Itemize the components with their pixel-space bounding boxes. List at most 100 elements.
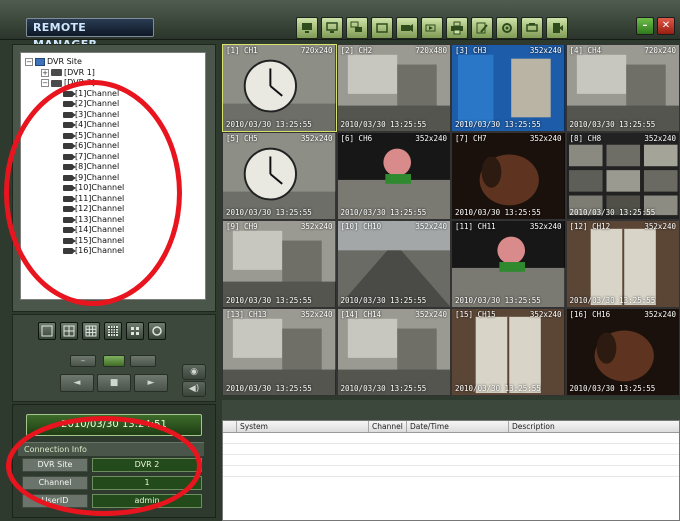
tree-channel-item[interactable]: [6]Channel (23, 141, 203, 152)
tree-channel-item[interactable]: [2]Channel (23, 99, 203, 110)
tree-channel-item[interactable]: [4]Channel (23, 120, 203, 131)
tree-root-label: DVR Site (47, 57, 82, 66)
info-label-channel: Channel (22, 476, 88, 490)
tree-channel-label: [4]Channel (75, 120, 120, 129)
channel-view[interactable]: [10] CH10 352x240 2010/03/30 13:25:55 (336, 220, 451, 308)
close-button[interactable]: ✕ (657, 17, 675, 35)
camera-icon (63, 206, 76, 213)
tree-channel-item[interactable]: [10]Channel (23, 183, 203, 194)
tree-channel-item[interactable]: [1]Channel (23, 89, 203, 100)
channel-view[interactable]: [9] CH9 352x240 2010/03/30 13:25:55 (222, 220, 337, 308)
tree-channel-label: [13]Channel (75, 214, 125, 224)
camera-icon (63, 111, 76, 118)
multi-monitor-icon[interactable] (346, 17, 368, 39)
4-split-icon[interactable] (60, 322, 78, 340)
screen-icon[interactable] (371, 17, 393, 39)
tree-channel-item[interactable]: [8]Channel (23, 162, 203, 173)
channel-view[interactable]: [14] CH14 352x240 2010/03/30 13:25:55 (336, 308, 451, 396)
tree-channel-label: [16]Channel (75, 246, 125, 255)
ptz-left-button[interactable]: ◄ (60, 374, 94, 392)
expand-icon[interactable]: + (41, 68, 49, 77)
tree-dvr-2[interactable]: − [DVR 2] (23, 78, 203, 89)
channel-name: [14] CH14 (340, 310, 382, 319)
ptz-right-button[interactable]: ► (134, 374, 168, 392)
tree-channel-item[interactable]: [14]Channel (23, 225, 203, 236)
channel-view[interactable]: [12] CH12 352x240 2010/03/30 13:25:55 (565, 220, 680, 308)
channel-view[interactable]: [1] CH1 720x240 2010/03/30 13:25:55 (222, 44, 337, 132)
collapse-icon[interactable]: − (25, 58, 33, 67)
channel-view[interactable]: [11] CH11 352x240 2010/03/30 13:25:55 (451, 220, 566, 308)
tree-channel-item[interactable]: [7]Channel (23, 152, 203, 163)
tree-dvr-1[interactable]: + [DVR 1] (23, 68, 203, 79)
tree-dvr-label: [DVR 1] (64, 67, 95, 77)
log-col-system[interactable]: System (237, 421, 369, 432)
log-col-datetime[interactable]: Date/Time (407, 421, 509, 432)
monitor-icon[interactable] (321, 17, 343, 39)
ptz-down-button[interactable] (130, 355, 156, 367)
exit-icon[interactable] (546, 17, 568, 39)
camera-icon (63, 122, 76, 129)
log-col-blank (223, 421, 237, 432)
collapse-icon[interactable]: − (41, 79, 49, 88)
speaker-icon[interactable]: ◀) (182, 381, 206, 397)
record-icon[interactable] (396, 17, 418, 39)
log-col-channel[interactable]: Channel (369, 421, 407, 432)
channel-resolution: 352x240 (300, 222, 333, 231)
tree-channel-item[interactable]: [13]Channel (23, 215, 203, 226)
tree-channel-item[interactable]: [16]Channel (23, 246, 203, 257)
tree-channel-label: [2]Channel (75, 99, 120, 108)
printer-icon[interactable] (446, 17, 468, 39)
dvr-tree[interactable]: − DVR Site + [DVR 1] − [DVR 2] [1]Channe… (20, 52, 206, 300)
channel-view[interactable]: [2] CH2 720x480 2010/03/30 13:25:55 (336, 44, 451, 132)
channel-resolution: 352x240 (415, 134, 447, 143)
tree-channel-item[interactable]: [5]Channel (23, 131, 203, 142)
channel-name: [2] CH2 (340, 46, 373, 55)
channel-view[interactable]: [16] CH16 352x240 2010/03/30 13:25:55 (565, 308, 680, 396)
channel-view[interactable]: [4] CH4 720x240 2010/03/30 13:25:55 (565, 44, 680, 132)
channel-timestamp: 2010/03/30 13:25:55 (226, 120, 312, 129)
monitor-icon[interactable] (296, 17, 318, 39)
channel-view[interactable]: [7] CH7 352x240 2010/03/30 13:25:55 (451, 132, 566, 220)
tree-channel-item[interactable]: [9]Channel (23, 173, 203, 184)
sequence-icon[interactable] (126, 322, 144, 340)
16-split-icon[interactable] (104, 322, 122, 340)
ptz-stop-button[interactable]: ■ (97, 374, 131, 392)
channel-view[interactable]: [6] CH6 352x240 2010/03/30 13:25:55 (336, 132, 451, 220)
log-row (223, 466, 679, 477)
channel-view[interactable]: [15] CH15 352x240 2010/03/30 13:25:55 (451, 308, 566, 396)
minimize-button[interactable]: – (636, 17, 654, 35)
channel-view[interactable]: [13] CH13 352x240 2010/03/30 13:25:55 (222, 308, 337, 396)
channel-resolution: 352x240 (529, 310, 562, 319)
channel-resolution: 352x240 (415, 222, 447, 231)
channel-view[interactable]: [5] CH5 352x240 2010/03/30 13:25:55 (222, 132, 337, 220)
event-log[interactable]: System Channel Date/Time Description (222, 420, 680, 521)
refresh-icon[interactable] (148, 322, 166, 340)
tree-channel-label: [8]Channel (75, 162, 120, 171)
channel-name: [12] CH12 (569, 222, 611, 231)
tree-channel-item[interactable]: [15]Channel (23, 236, 203, 247)
channel-timestamp: 2010/03/30 13:25:55 (455, 296, 541, 305)
1-split-icon[interactable] (38, 322, 56, 340)
video-feed-image (223, 221, 336, 307)
print-icon[interactable] (521, 17, 543, 39)
tree-channel-item[interactable]: [11]Channel (23, 194, 203, 205)
9-split-icon[interactable] (82, 322, 100, 340)
channel-name: [9] CH9 (226, 222, 258, 231)
playback-icon[interactable] (421, 17, 443, 39)
camera-icon[interactable]: ◉ (182, 364, 206, 380)
tree-channel-label: [12]Channel (75, 204, 125, 213)
tree-channel-label: [11]Channel (75, 193, 125, 203)
tree-channel-label: [1]Channel (75, 88, 120, 98)
ptz-up-button[interactable]: – (70, 355, 96, 367)
channel-view[interactable]: [8] CH8 352x240 2010/03/30 13:25:55 (565, 132, 680, 220)
edit-icon[interactable] (471, 17, 493, 39)
tree-root[interactable]: − DVR Site (23, 57, 203, 68)
channel-timestamp: 2010/03/30 13:25:55 (455, 120, 541, 129)
channel-list: [1]Channel [2]Channel [3]Channel [4]Channel… (23, 89, 203, 257)
log-col-description[interactable]: Description (509, 421, 669, 432)
tree-channel-item[interactable]: [12]Channel (23, 204, 203, 215)
settings-icon[interactable] (496, 17, 518, 39)
camera-icon (63, 195, 76, 202)
channel-view[interactable]: [3] CH3 352x240 2010/03/30 13:25:55 (451, 44, 566, 132)
tree-channel-item[interactable]: [3]Channel (23, 110, 203, 121)
